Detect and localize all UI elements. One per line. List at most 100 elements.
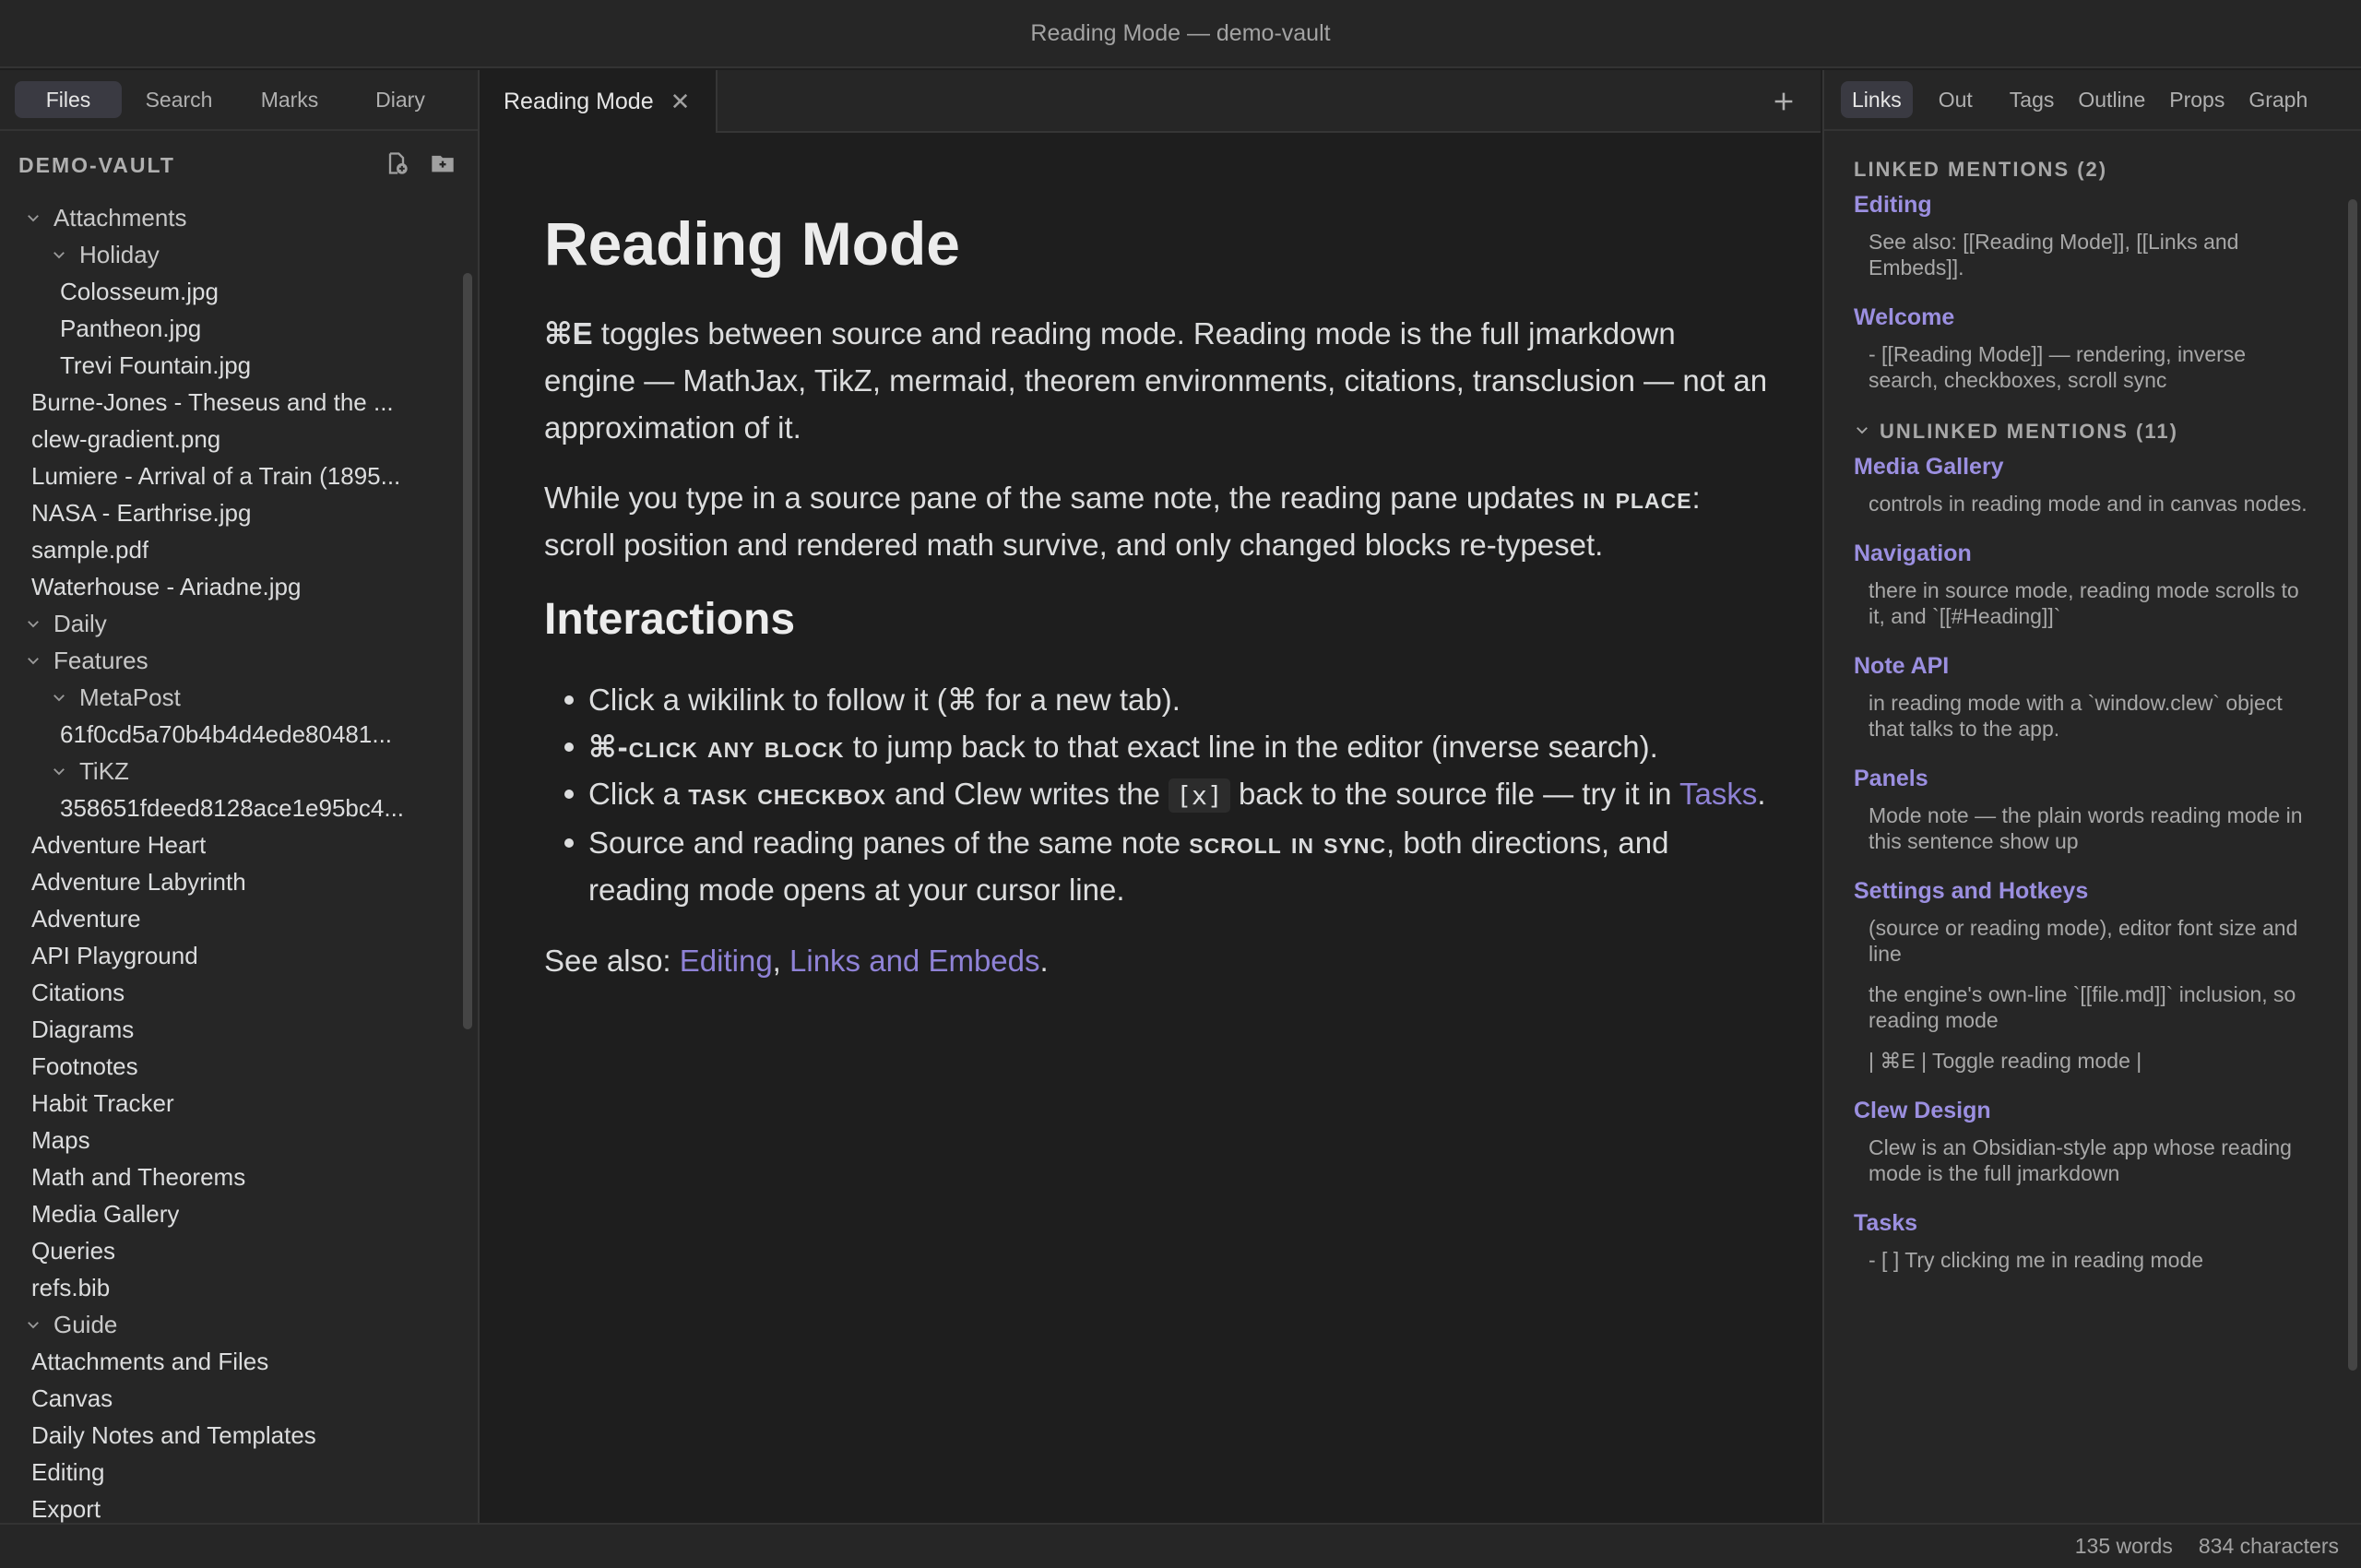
tree-file[interactable]: Queries [0, 1232, 478, 1269]
tree-item-label: Adventure Heart [31, 830, 207, 859]
mention-note-link[interactable]: Panels [1854, 762, 2315, 795]
tree-file[interactable]: Adventure Heart [0, 826, 478, 863]
tree-file[interactable]: clew-gradient.png [0, 421, 478, 457]
mention-snippet[interactable]: - [[Reading Mode]] — rendering, inverse … [1854, 341, 2315, 393]
status-bar: 135 words 834 characters [0, 1523, 2361, 1568]
tree-file[interactable]: refs.bib [0, 1269, 478, 1306]
list-item-text: back to the source file — try it in [1229, 777, 1680, 811]
mention-snippet[interactable]: controls in reading mode and in canvas n… [1854, 491, 2315, 517]
mention-group: Welcome - [[Reading Mode]] — rendering, i… [1854, 301, 2315, 393]
tree-file[interactable]: Lumiere - Arrival of a Train (1895... [0, 457, 478, 494]
mention-note-link[interactable]: Navigation [1854, 537, 2315, 570]
tree-file[interactable]: Editing [0, 1454, 478, 1491]
tab-links[interactable]: Links [1841, 81, 1913, 118]
tree-file[interactable]: Footnotes [0, 1048, 478, 1085]
tree-file[interactable]: Canvas [0, 1380, 478, 1417]
tree-file[interactable]: Pantheon.jpg [0, 310, 478, 347]
tree-item-label: 358651fdeed8128ace1e95bc4... [60, 793, 405, 822]
wikilink-editing[interactable]: Editing [680, 944, 773, 978]
mention-snippet[interactable]: the engine's own-line `[[file.md]]` incl… [1854, 981, 2315, 1033]
tree-file[interactable]: API Playground [0, 937, 478, 974]
list-item-text: Source and reading panes of the same not… [588, 826, 1190, 860]
tree-folder[interactable]: Daily [0, 605, 478, 642]
tree-file[interactable]: 358651fdeed8128ace1e95bc4... [0, 790, 478, 826]
tree-item-label: Editing [31, 1457, 105, 1486]
tree-file[interactable]: Burne-Jones - Theseus and the ... [0, 384, 478, 421]
tree-file[interactable]: Maps [0, 1122, 478, 1158]
tree-file[interactable]: Adventure [0, 900, 478, 937]
tree-file[interactable]: Colosseum.jpg [0, 273, 478, 310]
tab-tags[interactable]: Tags [1999, 81, 2066, 118]
tree-file[interactable]: Trevi Fountain.jpg [0, 347, 478, 384]
tab-graph[interactable]: Graph [2237, 81, 2319, 118]
tree-item-label: Trevi Fountain.jpg [60, 350, 252, 379]
smallcaps-text: in place [1583, 481, 1692, 515]
mention-snippet[interactable]: - [ ] Try clicking me in reading mode [1854, 1247, 2315, 1273]
new-folder-icon[interactable] [430, 150, 456, 181]
paragraph-2: While you type in a source pane of the s… [544, 474, 1771, 568]
tab-reading-mode[interactable]: Reading Mode ✕ [481, 70, 718, 133]
tree-file[interactable]: Attachments and Files [0, 1343, 478, 1380]
tree-item-label: Guide [53, 1310, 118, 1338]
tab-outline[interactable]: Outline [2067, 81, 2156, 118]
tree-item-label: Waterhouse - Ariadne.jpg [31, 572, 302, 600]
tree-file[interactable]: Diagrams [0, 1011, 478, 1048]
mention-snippet[interactable]: there in source mode, reading mode scrol… [1854, 577, 2315, 629]
tree-folder[interactable]: Features [0, 642, 478, 679]
new-note-icon[interactable] [384, 150, 409, 181]
tree-file[interactable]: 61f0cd5a70b4b4d4ede80481... [0, 716, 478, 753]
tab-search[interactable]: Search [125, 81, 232, 118]
mention-snippet[interactable]: | ⌘E | Toggle reading mode | [1854, 1048, 2315, 1074]
wikilink-links-and-embeds[interactable]: Links and Embeds [789, 944, 1040, 978]
tab-marks[interactable]: Marks [236, 81, 343, 118]
mention-note-link[interactable]: Welcome [1854, 301, 2315, 334]
left-scrollbar[interactable] [463, 273, 472, 1029]
tree-file[interactable]: Citations [0, 974, 478, 1011]
mention-snippet[interactable]: See also: [[Reading Mode]], [[Links and … [1854, 229, 2315, 280]
tree-folder[interactable]: MetaPost [0, 679, 478, 716]
chevron-down-icon [46, 763, 72, 779]
tree-folder[interactable]: Guide [0, 1306, 478, 1343]
tree-item-label: Canvas [31, 1384, 113, 1412]
mention-note-link[interactable]: Media Gallery [1854, 450, 2315, 483]
mention-note-link[interactable]: Tasks [1854, 1206, 2315, 1240]
unlinked-mentions-header[interactable]: UNLINKED MENTIONS (11) [1854, 413, 2315, 450]
tree-item-label: API Playground [31, 941, 198, 969]
tree-file[interactable]: Waterhouse - Ariadne.jpg [0, 568, 478, 605]
smallcaps-text: ⌘-click any block [588, 730, 845, 764]
tab-files[interactable]: Files [15, 81, 122, 118]
tree-folder[interactable]: TiKZ [0, 753, 478, 790]
tree-file[interactable]: Math and Theorems [0, 1158, 478, 1195]
mention-note-link[interactable]: Note API [1854, 649, 2315, 683]
tree-file[interactable]: Adventure Labyrinth [0, 863, 478, 900]
tab-diary[interactable]: Diary [347, 81, 454, 118]
tree-file[interactable]: Media Gallery [0, 1195, 478, 1232]
tab-props[interactable]: Props [2158, 81, 2236, 118]
mention-snippet[interactable]: (source or reading mode), editor font si… [1854, 915, 2315, 967]
tree-item-label: Features [53, 646, 148, 674]
tree-file[interactable]: Habit Tracker [0, 1085, 478, 1122]
unlinked-mentions-list: Media Gallery controls in reading mode an… [1854, 450, 2315, 1273]
wikilink-tasks[interactable]: Tasks [1679, 777, 1757, 811]
new-tab-icon[interactable] [1765, 83, 1802, 120]
mention-note-link[interactable]: Settings and Hotkeys [1854, 874, 2315, 908]
tree-item-label: Citations [31, 978, 125, 1006]
tree-folder[interactable]: Holiday [0, 236, 478, 273]
mention-group: Navigation there in source mode, reading … [1854, 537, 2315, 629]
tree-folder[interactable]: Attachments [0, 199, 478, 236]
mention-note-link[interactable]: Clew Design [1854, 1094, 2315, 1127]
mention-snippet[interactable]: Mode note — the plain words reading mode… [1854, 802, 2315, 854]
mention-note-link[interactable]: Editing [1854, 188, 2315, 221]
tab-out[interactable]: Out [1928, 81, 1984, 118]
right-scrollbar[interactable] [2348, 199, 2357, 1371]
tree-file[interactable]: sample.pdf [0, 531, 478, 568]
mention-snippet[interactable]: in reading mode with a `window.clew` obj… [1854, 690, 2315, 742]
close-icon[interactable]: ✕ [670, 88, 691, 116]
list-item-text: and Clew writes the [885, 777, 1169, 811]
chevron-down-icon [46, 689, 72, 706]
mention-snippet[interactable]: Clew is an Obsidian-style app whose read… [1854, 1134, 2315, 1186]
section-heading: Interactions [544, 595, 796, 644]
tree-file[interactable]: Daily Notes and Templates [0, 1417, 478, 1454]
tree-file[interactable]: NASA - Earthrise.jpg [0, 494, 478, 531]
tree-file[interactable]: Export [0, 1491, 478, 1523]
